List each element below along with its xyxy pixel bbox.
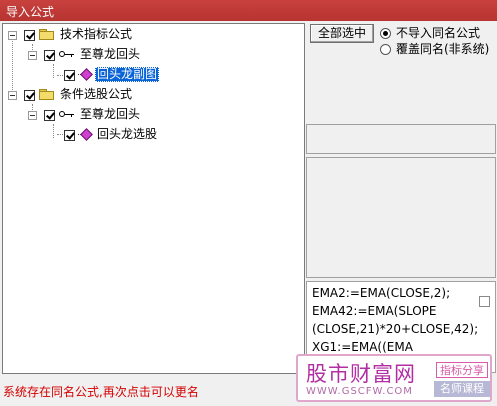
watermark-url: WWW.GSCFW.COM xyxy=(306,386,413,397)
watermark-tag: 名师课程 xyxy=(434,381,490,397)
formula-checkbox[interactable] xyxy=(44,110,55,121)
info-panel-middle xyxy=(306,157,496,278)
group-checkbox[interactable] xyxy=(24,90,35,101)
formula-checkbox[interactable] xyxy=(44,50,55,61)
tree-node-label: 条件选股公式 xyxy=(60,87,133,101)
key-icon xyxy=(59,110,75,119)
collapse-toggle[interactable] xyxy=(28,51,37,60)
group-checkbox[interactable] xyxy=(24,30,35,41)
watermark-tag: 指标分享 xyxy=(436,362,488,378)
radio-skip-duplicates[interactable] xyxy=(380,28,391,39)
formula-line: XG1:=EMA((EMA xyxy=(312,340,413,354)
tree-node-group-indicators[interactable]: 技术指标公式 xyxy=(3,26,293,43)
tree-node-subformula[interactable]: 回头龙副图 xyxy=(3,66,293,83)
tree-node-formula[interactable]: 至尊龙回头 xyxy=(3,46,293,63)
diamond-icon xyxy=(78,68,93,81)
formula-line: EMA2:=EMA(CLOSE,2); xyxy=(312,286,451,300)
diamond-icon xyxy=(78,128,93,141)
site-watermark: 股市财富网 WWW.GSCFW.COM 指标分享 名师课程 xyxy=(296,354,492,402)
title-bar[interactable]: 导入公式 xyxy=(0,0,497,21)
radio-label: 覆盖同名(非系统) xyxy=(396,42,490,56)
formula-line: EMA42:=EMA(SLOPE xyxy=(312,304,437,318)
tree-node-label: 至尊龙回头 xyxy=(80,47,141,61)
formula-line: (CLOSE,21)*20+CLOSE,42); xyxy=(312,322,479,336)
status-message: 系统存在同名公式,再次点击可以更名 xyxy=(3,385,199,399)
folder-icon xyxy=(39,29,54,40)
collapse-toggle[interactable] xyxy=(8,91,17,100)
tree-node-label: 至尊龙回头 xyxy=(80,107,141,121)
tree-node-label-selected: 回头龙副图 xyxy=(95,67,160,82)
preview-checkbox[interactable] xyxy=(479,296,490,307)
radio-label: 不导入同名公式 xyxy=(396,26,481,40)
collapse-toggle[interactable] xyxy=(8,31,17,40)
tree-node-group-screening[interactable]: 条件选股公式 xyxy=(3,86,293,103)
tree-node-label: 技术指标公式 xyxy=(60,27,133,41)
key-icon xyxy=(59,50,75,59)
select-all-button[interactable]: 全部选中 xyxy=(310,24,374,43)
info-panel-top xyxy=(306,124,496,154)
tree-node-subformula[interactable]: 回头龙选股 xyxy=(3,126,293,143)
tree-node-label: 回头龙选股 xyxy=(97,127,158,141)
tree-node-formula[interactable]: 至尊龙回头 xyxy=(3,106,293,123)
collapse-toggle[interactable] xyxy=(28,111,37,120)
radio-overwrite-duplicates[interactable] xyxy=(380,44,391,55)
watermark-site-name: 股市财富网 xyxy=(306,362,416,386)
subformula-checkbox[interactable] xyxy=(64,130,75,141)
subformula-checkbox[interactable] xyxy=(64,70,75,81)
folder-icon xyxy=(39,89,54,100)
formula-tree[interactable]: 技术指标公式 至尊龙回头 回头龙副图 条件选股公式 至尊龙回头 回头龙选股 xyxy=(2,23,305,374)
window-title: 导入公式 xyxy=(6,5,55,19)
